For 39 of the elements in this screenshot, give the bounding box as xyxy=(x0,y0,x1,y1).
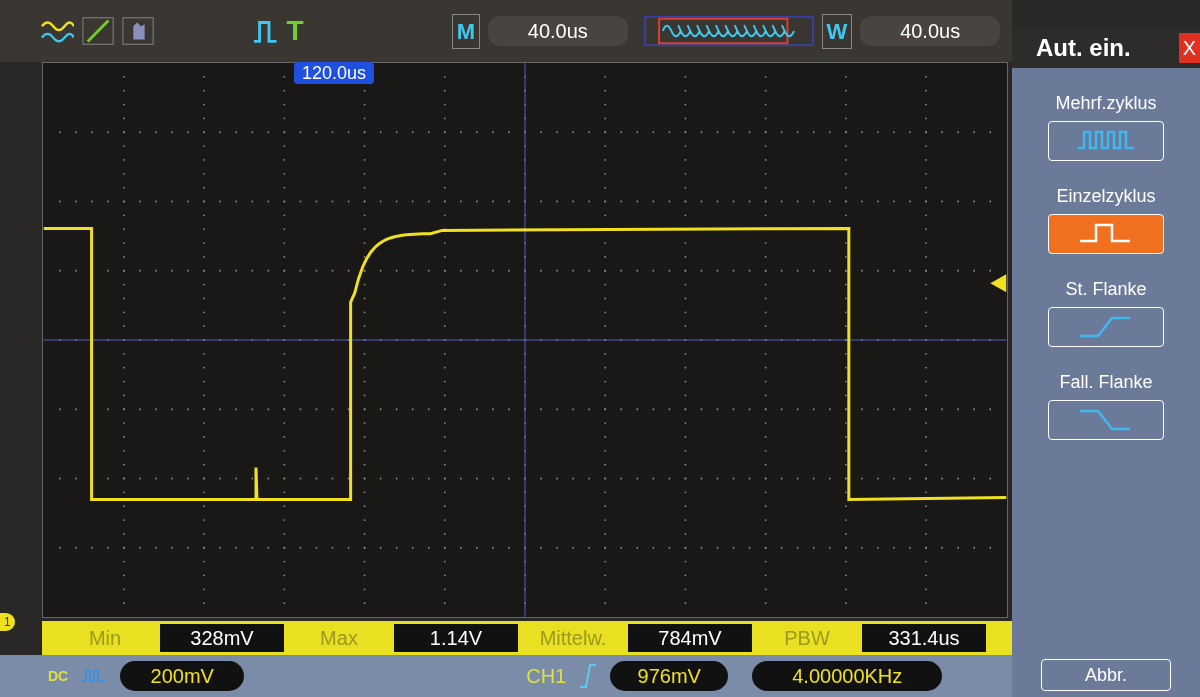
menu-title: Aut. ein. xyxy=(1036,33,1131,63)
measurement-value: 331.4us xyxy=(862,624,986,652)
trigger-position-marker: 120.0us xyxy=(294,62,375,84)
menu-item[interactable]: Mehrf.zyklus xyxy=(1048,90,1164,161)
trigger-level: 976mV xyxy=(610,661,729,691)
trigger-channel: CH1 xyxy=(526,664,567,689)
menu-item[interactable]: St. Flanke xyxy=(1048,276,1164,347)
cancel-button[interactable]: Abbr. xyxy=(1041,659,1171,691)
frequency-readout: 4.00000KHz xyxy=(752,661,943,691)
measurement-label: Max xyxy=(319,626,359,651)
window-time-value: 40.0us xyxy=(860,16,1000,46)
volts-per-div: 200mV xyxy=(120,661,245,691)
menu-item-button[interactable] xyxy=(1048,400,1164,440)
menu-item-label: Mehrf.zyklus xyxy=(1055,92,1157,115)
pulse-icon xyxy=(80,667,109,685)
coupling-label: DC xyxy=(48,666,69,686)
rising-edge-icon xyxy=(578,663,599,689)
memory-waveform-icon xyxy=(643,14,814,48)
menu-item-label: Einzelzyklus xyxy=(1056,185,1156,208)
measurement-label: Min xyxy=(87,626,123,651)
menu-item[interactable]: Einzelzyklus xyxy=(1048,183,1164,254)
menu-item-label: St. Flanke xyxy=(1065,278,1147,301)
channel-marker: 1 xyxy=(0,613,15,631)
measurement-value: 328mV xyxy=(160,624,284,652)
menu-item-button[interactable] xyxy=(1048,307,1164,347)
menu-item-label: Fall. Flanke xyxy=(1059,371,1153,394)
trigger-label: T xyxy=(286,14,304,48)
menu-item-button[interactable] xyxy=(1048,214,1164,254)
measurement-label: Mittelw. xyxy=(538,626,608,651)
measurement-value: 784mV xyxy=(628,624,752,652)
trigger-level-marker xyxy=(990,274,1007,293)
measurement-label: PBW xyxy=(783,626,831,651)
menu-item-button[interactable] xyxy=(1048,121,1164,161)
window-label: W xyxy=(821,13,853,49)
time-base-value: 40.0us xyxy=(488,16,628,46)
measurement-value: 1.14V xyxy=(394,624,518,652)
close-button[interactable]: X xyxy=(1178,33,1200,63)
time-base-label: M xyxy=(451,13,480,49)
menu-item[interactable]: Fall. Flanke xyxy=(1048,369,1164,440)
